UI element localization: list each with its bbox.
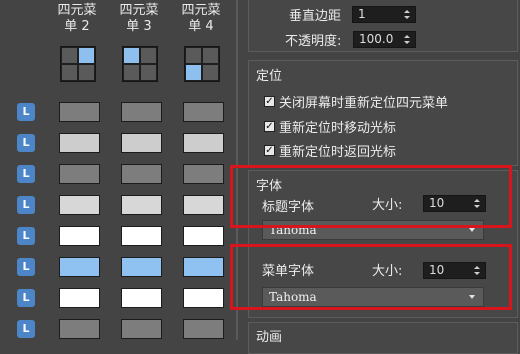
lock-l-button[interactable]: L (17, 258, 35, 276)
column-header-quad-4: 四元菜 单 4 (181, 3, 221, 35)
return-cursor-checkbox[interactable]: ✓ (264, 145, 275, 156)
column-header-line1: 四元菜 (57, 3, 97, 18)
quad-cell-bottom-right (79, 65, 94, 80)
vertical-margin-label: 垂直边距 (289, 9, 342, 24)
lock-l-button[interactable]: L (17, 103, 35, 121)
color-swatch[interactable] (121, 133, 162, 153)
quad-cell-bottom-left (62, 65, 77, 80)
title-font-highlight-box (230, 165, 512, 228)
color-swatch[interactable] (183, 257, 224, 277)
quad-cell-bottom-left (124, 65, 139, 80)
quad-2-layout-icon[interactable] (60, 46, 96, 82)
lock-l-button[interactable]: L (17, 196, 35, 214)
color-swatch[interactable] (183, 226, 224, 246)
color-swatch[interactable] (121, 102, 162, 122)
lock-l-button[interactable]: L (17, 289, 35, 307)
color-swatch[interactable] (121, 288, 162, 308)
move-cursor-checkbox[interactable]: ✓ (264, 121, 275, 132)
color-swatch[interactable] (59, 226, 100, 246)
spinner-arrows-icon[interactable] (404, 32, 412, 47)
opacity-spinner[interactable]: 100.0 (353, 31, 416, 48)
animation-title: 动画 (256, 330, 283, 345)
lock-l-button[interactable]: L (17, 165, 35, 183)
spinner-arrows-icon[interactable] (404, 7, 412, 22)
color-swatch[interactable] (183, 195, 224, 215)
move-cursor-label: 重新定位时移动光标 (279, 121, 397, 136)
color-swatch[interactable] (183, 288, 224, 308)
color-swatch[interactable] (121, 195, 162, 215)
color-swatch[interactable] (59, 133, 100, 153)
color-swatch[interactable] (183, 164, 224, 184)
color-swatch[interactable] (183, 133, 224, 153)
quad-3-layout-icon[interactable] (122, 46, 158, 82)
color-swatch[interactable] (183, 319, 224, 339)
color-swatch[interactable] (121, 164, 162, 184)
return-cursor-label: 重新定位时返回光标 (279, 145, 397, 160)
quad-cell-bottom-right (203, 65, 218, 80)
reposition-on-close-checkbox[interactable]: ✓ (264, 96, 275, 107)
positioning-title: 定位 (256, 69, 283, 84)
quad-cell-top-right (141, 48, 156, 63)
quad-4-layout-icon[interactable] (184, 46, 220, 82)
color-swatch[interactable] (59, 102, 100, 122)
quad-cell-top-right (79, 48, 94, 63)
column-header-line2: 单 4 (188, 19, 214, 34)
quad-cell-bottom-right (141, 65, 156, 80)
color-swatch[interactable] (59, 288, 100, 308)
lock-l-button[interactable]: L (17, 134, 35, 152)
column-header-line1: 四元菜 (119, 3, 159, 18)
opacity-value: 100.0 (359, 32, 394, 46)
quad-cell-top-right (203, 48, 218, 63)
column-header-line2: 单 3 (126, 19, 152, 34)
opacity-label: 不透明度: (285, 34, 342, 49)
color-swatch[interactable] (59, 257, 100, 277)
quad-cell-top-left (186, 48, 201, 63)
color-swatch[interactable] (59, 164, 100, 184)
vertical-margin-spinner[interactable]: 1 (352, 6, 416, 23)
column-header-quad-2: 四元菜 单 2 (57, 3, 97, 35)
lock-l-button[interactable]: L (17, 227, 35, 245)
column-header-quad-3: 四元菜 单 3 (119, 3, 159, 35)
column-header-line2: 单 2 (64, 19, 90, 34)
color-swatch[interactable] (121, 257, 162, 277)
reposition-on-close-label: 关闭屏幕时重新定位四元菜单 (279, 96, 449, 111)
chevron-down-icon (469, 228, 475, 232)
color-swatch[interactable] (59, 195, 100, 215)
vertical-margin-value: 1 (358, 7, 366, 21)
color-swatch[interactable] (121, 319, 162, 339)
color-swatch[interactable] (183, 102, 224, 122)
color-swatch[interactable] (121, 226, 162, 246)
quad-cell-bottom-left (186, 65, 201, 80)
lock-l-button[interactable]: L (17, 320, 35, 338)
color-grid-panel: 四元菜 单 2 四元菜 单 3 四元菜 单 4 L L L L L L L L (0, 0, 236, 340)
quad-cell-top-left (62, 48, 77, 63)
menu-font-highlight-box (230, 244, 512, 310)
column-header-line1: 四元菜 (181, 3, 221, 18)
color-swatch[interactable] (59, 319, 100, 339)
quad-cell-top-left (124, 48, 139, 63)
animation-group (248, 322, 518, 354)
